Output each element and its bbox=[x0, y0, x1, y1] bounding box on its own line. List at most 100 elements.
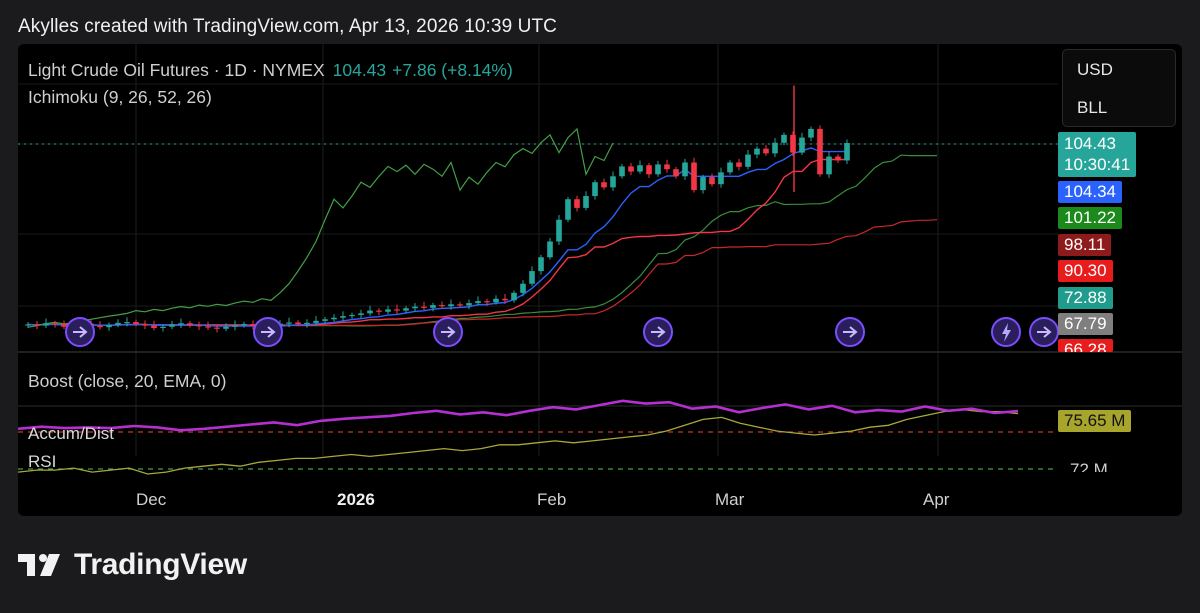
x-axis-label-mar: Mar bbox=[715, 490, 745, 509]
x-axis-label-apr: Apr bbox=[923, 490, 950, 509]
symbol-title: Light Crude Oil Futures · 1D · NYMEX bbox=[28, 60, 325, 80]
candle-body bbox=[610, 176, 616, 188]
candle-body bbox=[556, 219, 562, 242]
candle-body bbox=[826, 156, 832, 175]
accum-dist-line bbox=[18, 399, 1019, 432]
candle-body bbox=[799, 137, 805, 153]
candle-body bbox=[628, 166, 634, 172]
currency-option[interactable]: USD bbox=[1077, 60, 1113, 80]
price-change: +7.86 (+8.14%) bbox=[392, 60, 513, 80]
candle-body bbox=[151, 325, 157, 328]
candle-body bbox=[682, 162, 688, 177]
dividend-icon bbox=[643, 317, 673, 347]
candle-body bbox=[718, 172, 724, 185]
unit-option[interactable]: BLL bbox=[1077, 98, 1107, 118]
ichimoku-lagging-span bbox=[27, 127, 614, 328]
candle-body bbox=[214, 327, 220, 329]
tradingview-logo-icon bbox=[18, 554, 60, 576]
candle-body bbox=[106, 324, 112, 328]
ichimoku-span-b bbox=[117, 219, 938, 326]
candle-body bbox=[835, 156, 841, 161]
candle-body bbox=[808, 128, 814, 138]
ichimoku-legend[interactable]: Ichimoku (9, 26, 52, 26) bbox=[28, 87, 212, 108]
candle-body bbox=[331, 317, 337, 320]
candle-body bbox=[745, 154, 751, 167]
candle-body bbox=[844, 143, 850, 161]
brand-wordmark: TradingView bbox=[74, 548, 247, 581]
candle-body bbox=[358, 313, 364, 315]
x-axis-label-2026: 2026 bbox=[337, 490, 375, 509]
conversion-line-label: 104.34 bbox=[1058, 181, 1122, 203]
candle-body bbox=[700, 177, 706, 191]
candle-body bbox=[664, 164, 670, 170]
dividend-icon bbox=[1029, 317, 1059, 347]
chart-panel[interactable]: Light Crude Oil Futures · 1D · NYMEX 104.… bbox=[18, 44, 1182, 516]
lower-label: 66.28 bbox=[1058, 339, 1113, 352]
accum-dist-legend[interactable]: Accum/Dist bbox=[28, 424, 114, 444]
currency-unit-menu[interactable]: USD BLL bbox=[1062, 49, 1176, 127]
price-chart[interactable] bbox=[18, 44, 1182, 516]
candle-body bbox=[286, 322, 292, 324]
rsi-legend[interactable]: RSI bbox=[28, 452, 56, 472]
candle-body bbox=[385, 309, 391, 312]
ichimoku-conversion-line bbox=[27, 147, 847, 328]
candle-body bbox=[691, 162, 697, 191]
tradingview-logo[interactable]: TradingView bbox=[18, 548, 247, 582]
candle-body bbox=[304, 322, 310, 325]
candle-body bbox=[124, 322, 130, 324]
candle-body bbox=[466, 303, 472, 306]
x-axis-label-feb: Feb bbox=[537, 490, 567, 509]
candle-body bbox=[592, 182, 598, 197]
candle-body bbox=[565, 199, 571, 220]
x-axis-label-dec: Dec bbox=[136, 490, 167, 509]
candle-body bbox=[448, 304, 454, 307]
candle-body bbox=[646, 165, 652, 175]
candle-body bbox=[655, 164, 661, 175]
dividend-icon bbox=[433, 317, 463, 347]
candle-body bbox=[376, 310, 382, 312]
candle-body bbox=[178, 323, 184, 325]
candle-body bbox=[772, 142, 778, 154]
candle-body bbox=[232, 325, 238, 327]
candle-body bbox=[430, 305, 436, 308]
cloud-low-label: 67.79 bbox=[1058, 313, 1113, 335]
candle-body bbox=[223, 326, 229, 329]
candle-body bbox=[43, 323, 49, 326]
candle-body bbox=[241, 324, 247, 326]
candle-body bbox=[529, 271, 535, 284]
candle-body bbox=[709, 177, 715, 185]
candle-body bbox=[817, 128, 823, 175]
candle-body bbox=[367, 310, 373, 314]
lagging-span-label: 72.88 bbox=[1058, 287, 1113, 309]
boost-legend[interactable]: Boost (close, 20, EMA, 0) bbox=[28, 371, 226, 392]
candle-body bbox=[205, 326, 211, 328]
symbol-info[interactable]: Light Crude Oil Futures · 1D · NYMEX 104.… bbox=[28, 60, 513, 81]
candle-body bbox=[394, 309, 400, 311]
candle-body bbox=[502, 298, 508, 301]
accum-axis-tick: 72 M bbox=[1070, 460, 1108, 472]
candle-body bbox=[538, 257, 544, 272]
candle-body bbox=[340, 316, 346, 318]
candle-body bbox=[313, 320, 319, 323]
candle-body bbox=[115, 322, 121, 325]
candle-body bbox=[736, 162, 742, 167]
candle-body bbox=[349, 314, 355, 317]
candle-body bbox=[484, 301, 490, 303]
candle-body bbox=[475, 301, 481, 304]
candle-body bbox=[439, 305, 445, 307]
candle-body bbox=[169, 324, 175, 327]
candle-body bbox=[727, 162, 733, 173]
candle-body bbox=[583, 196, 589, 208]
dividend-icon bbox=[835, 317, 865, 347]
chart-attribution: Akylles created with TradingView.com, Ap… bbox=[18, 16, 557, 37]
candle-body bbox=[547, 241, 553, 258]
candle-body bbox=[403, 308, 409, 311]
candle-body bbox=[322, 319, 328, 321]
candle-body bbox=[763, 148, 769, 154]
candle-body bbox=[754, 148, 760, 155]
candle-body bbox=[295, 322, 301, 325]
lightning-icon bbox=[991, 317, 1021, 347]
rsi-line bbox=[18, 408, 1019, 475]
candle-body bbox=[142, 324, 148, 326]
countdown-timer: 10:30:41 bbox=[1064, 155, 1131, 174]
